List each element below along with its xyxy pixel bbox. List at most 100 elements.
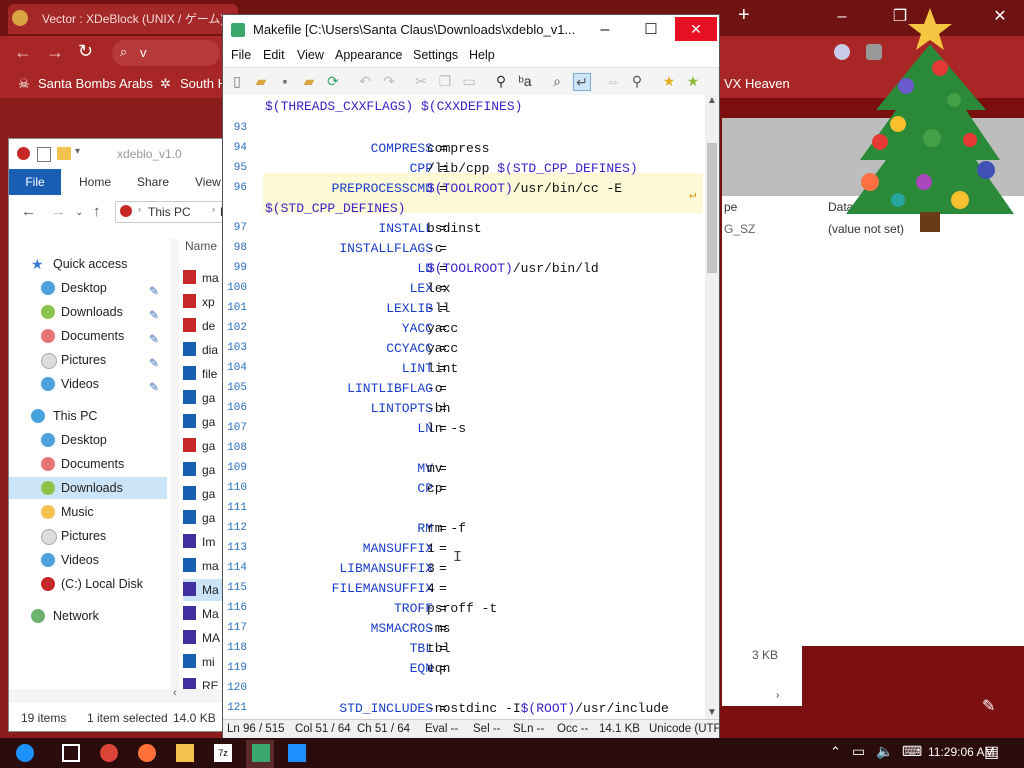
nav-quick-desktop[interactable]: Desktop ✎ xyxy=(9,277,167,299)
file-item[interactable]: MA xyxy=(183,627,225,649)
volume-icon[interactable]: 🔈 xyxy=(876,743,893,760)
scroll-down-icon[interactable]: ▼ xyxy=(707,707,717,718)
file-item[interactable]: mi xyxy=(183,651,225,673)
file-item[interactable]: Ma xyxy=(183,579,225,601)
back-icon[interactable]: ← xyxy=(14,42,32,63)
save-icon[interactable]: ▪ xyxy=(277,73,293,89)
save-as-icon[interactable]: ▰ xyxy=(301,73,317,89)
editor-title-bar[interactable]: Makefile [C:\Users\Santa Claus\Downloads… xyxy=(223,15,719,45)
bookmark-south[interactable]: South H xyxy=(180,76,227,91)
scrollbar-thumb[interactable] xyxy=(707,143,717,273)
ribbon-file-tab[interactable]: File xyxy=(9,169,61,195)
back-arrow-icon[interactable]: ← xyxy=(21,203,36,220)
up-arrow-icon[interactable]: ↑ xyxy=(93,203,101,220)
nav-pc-local-disk[interactable]: (C:) Local Disk xyxy=(9,573,167,595)
column-header-name[interactable]: Name xyxy=(185,239,217,253)
network-status-icon[interactable]: ▭ xyxy=(852,743,865,760)
address-box[interactable]: › This PC › D xyxy=(115,201,229,223)
word-wrap-icon[interactable]: ↵ xyxy=(573,73,591,91)
maximize-button[interactable]: ☐ xyxy=(631,15,671,45)
notepad-taskbar-icon[interactable] xyxy=(252,744,270,762)
chrome-icon[interactable] xyxy=(100,744,118,762)
nav-quick-pictures[interactable]: Pictures ✎ xyxy=(9,349,167,371)
goto-icon[interactable]: ⌕ xyxy=(549,73,565,89)
redo-icon[interactable]: ↷ xyxy=(381,73,397,89)
file-item[interactable]: ga xyxy=(183,507,225,529)
menu-file[interactable]: File xyxy=(231,48,251,62)
omnibox[interactable]: ⌕ v xyxy=(112,40,220,66)
reload-icon[interactable]: ⟳ xyxy=(325,73,341,89)
menu-edit[interactable]: Edit xyxy=(263,48,285,62)
bookmark-santa-bombs[interactable]: Santa Bombs Arabs xyxy=(38,76,153,91)
7zip-icon[interactable]: 7z xyxy=(214,744,232,762)
ribbon-home-tab[interactable]: Home xyxy=(79,175,111,189)
properties-icon[interactable] xyxy=(37,147,51,162)
new-tab-button[interactable]: + xyxy=(738,4,750,27)
nav-quick-downloads[interactable]: Downloads ✎ xyxy=(9,301,167,323)
show-hidden-icons[interactable]: ⌃ xyxy=(830,744,841,760)
menu-settings[interactable]: Settings xyxy=(413,48,458,62)
replace-icon[interactable]: ᵇa xyxy=(517,73,533,89)
task-view-icon[interactable] xyxy=(62,744,80,762)
file-item[interactable]: ma xyxy=(183,267,225,289)
new-file-icon[interactable]: ▯ xyxy=(229,73,245,89)
undo-icon[interactable]: ↶ xyxy=(357,73,373,89)
nav-quick-videos[interactable]: Videos ✎ xyxy=(9,373,167,395)
browser-tab[interactable]: Vector : XDeBlock (UNIX / ゲーム) xyxy=(8,4,238,34)
ribbon-view-tab[interactable]: View xyxy=(195,175,221,189)
nav-quick-access[interactable]: ★ Quick access xyxy=(9,253,167,275)
nav-pc-videos[interactable]: Videos xyxy=(9,549,167,571)
scroll-up-icon[interactable]: ▲ xyxy=(707,95,717,106)
file-item[interactable]: ga xyxy=(183,435,225,457)
scroll-right-arrow-icon[interactable]: › xyxy=(776,690,786,704)
file-item[interactable]: ga xyxy=(183,459,225,481)
file-item[interactable]: ga xyxy=(183,387,225,409)
file-item[interactable]: ga xyxy=(183,411,225,433)
file-item[interactable]: file xyxy=(183,363,225,385)
paste-icon[interactable]: ▭ xyxy=(461,73,477,89)
nav-pane-scrollbar[interactable] xyxy=(171,239,179,699)
file-item[interactable]: dia xyxy=(183,339,225,361)
menu-view[interactable]: View xyxy=(297,48,324,62)
reload-icon[interactable]: ↻ xyxy=(78,41,93,62)
regedit-icon[interactable] xyxy=(288,744,306,762)
chevron-down-icon[interactable]: ▾ xyxy=(75,146,80,157)
scroll-left-icon[interactable]: ‹ xyxy=(173,687,177,699)
find-icon[interactable]: ⚲ xyxy=(493,73,509,89)
file-item[interactable]: Ma xyxy=(183,603,225,625)
ribbon-share-tab[interactable]: Share xyxy=(137,175,169,189)
file-explorer-icon[interactable] xyxy=(176,744,194,762)
nav-pc-desktop[interactable]: Desktop xyxy=(9,429,167,451)
file-item[interactable]: ga xyxy=(183,483,225,505)
nav-pc-music[interactable]: Music xyxy=(9,501,167,523)
favorites-icon[interactable]: ★ xyxy=(661,73,677,89)
nav-network[interactable]: Network xyxy=(9,605,167,627)
forward-arrow-icon[interactable]: → xyxy=(51,203,66,220)
close-button[interactable]: ✕ xyxy=(675,17,717,41)
open-folder-icon[interactable]: ▰ xyxy=(253,73,269,89)
explorer-title-bar[interactable]: ▾ xdeblo_v1.0 xyxy=(9,139,225,169)
nav-pc-documents[interactable]: Documents xyxy=(9,453,167,475)
cut-icon[interactable]: ✂ xyxy=(413,73,429,89)
minimize-button[interactable]: – xyxy=(585,15,625,45)
registry-col-type[interactable]: pe xyxy=(724,200,737,214)
notifications-icon[interactable]: ▤ xyxy=(984,742,999,762)
forward-icon[interactable]: → xyxy=(46,42,64,63)
file-item[interactable]: Im xyxy=(183,531,225,553)
file-item[interactable]: ma xyxy=(183,555,225,577)
pen-icon[interactable]: ✎ xyxy=(982,696,995,716)
start-button[interactable] xyxy=(16,744,34,762)
code-area[interactable]: $(THREADS_CXXFLAGS) $(CXXDEFINES) 93 94 CO… xyxy=(223,95,705,719)
language-icon[interactable]: ⌨ xyxy=(902,743,922,760)
firefox-icon[interactable] xyxy=(138,744,156,762)
nav-quick-documents[interactable]: Documents ✎ xyxy=(9,325,167,347)
add-favorite-icon[interactable]: ★ xyxy=(685,73,701,89)
menu-appearance[interactable]: Appearance xyxy=(335,48,402,62)
copy-icon[interactable]: ❐ xyxy=(437,73,453,89)
horizontal-scrollbar[interactable]: ‹ xyxy=(9,687,225,703)
nav-pc-downloads[interactable]: Downloads xyxy=(9,477,167,499)
nav-pc-pictures[interactable]: Pictures xyxy=(9,525,167,547)
folder-icon[interactable] xyxy=(57,147,71,160)
breadcrumb-this-pc[interactable]: This PC xyxy=(148,205,191,219)
file-item[interactable]: xp xyxy=(183,291,225,313)
